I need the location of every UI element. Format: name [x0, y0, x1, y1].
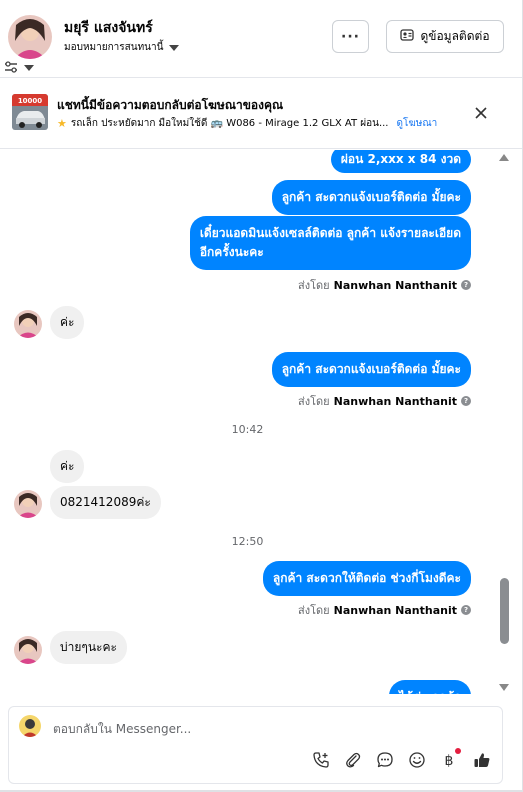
contact-avatar-small[interactable] — [14, 310, 42, 338]
emoji-icon[interactable] — [406, 749, 428, 771]
conversation-header: มยุรี แสงจันทร์ มอบหมายการสนทนานี้ ··· ด… — [0, 0, 523, 78]
ad-thumbnail[interactable]: 10000 — [12, 94, 48, 130]
message-composer: ฿ — [8, 706, 503, 784]
svg-text:฿: ฿ — [445, 753, 454, 769]
paperclip-icon[interactable] — [342, 749, 364, 771]
message-timestamp: 12:50 — [231, 535, 264, 548]
sent-by-label: ส่งโดย Nanwhan Nanthanit ? — [298, 392, 471, 410]
assign-conversation-dropdown[interactable]: มอบหมายการสนทนานี้ — [64, 40, 180, 55]
ad-description: รถเล็ก ประหยัดมาก มือใหม่ใช้ดี 🚌 W086 - … — [70, 118, 389, 129]
sliders-icon — [4, 58, 18, 77]
contact-avatar-small[interactable] — [14, 636, 42, 664]
message-timestamp: 10:42 — [231, 423, 264, 436]
close-icon[interactable] — [471, 103, 491, 123]
outgoing-message: ได้ค่ะ ลูกค้า — [389, 680, 471, 694]
sent-by-label: ส่งโดย Nanwhan Nanthanit ? — [298, 601, 471, 619]
agent-name: Nanwhan Nanthanit — [333, 394, 457, 408]
ad-banner-subtitle: ★ รถเล็ก ประหยัดมาก มือใหม่ใช้ดี 🚌 W086 … — [57, 116, 437, 131]
incoming-message: ค่ะ — [50, 450, 85, 483]
scrollbar-thumb[interactable] — [500, 578, 509, 644]
help-icon[interactable]: ? — [461, 396, 471, 406]
chevron-down-icon — [24, 64, 34, 71]
contact-avatar-small[interactable] — [14, 490, 42, 518]
sent-by-prefix: ส่งโดย — [298, 604, 330, 617]
sent-by-label: ส่งโดย Nanwhan Nanthanit ? — [298, 276, 471, 294]
star-icon: ★ — [57, 117, 67, 130]
view-ad-link[interactable]: ดูโฆษณา — [396, 116, 437, 131]
contact-info-label: ดูข้อมูลติดต่อ — [420, 29, 490, 43]
chevron-down-icon — [169, 44, 180, 51]
incoming-message: ค่ะ — [50, 306, 85, 339]
ad-thumb-price: 10000 — [18, 97, 42, 105]
contact-name: มยุรี แสงจันทร์ — [64, 20, 153, 36]
ad-banner-title: แชทนี้มีข้อความตอบกลับต่อโฆษณาของคุณ — [57, 98, 284, 112]
outgoing-message: เดี๋ยวแอดมินแจ้งเซลล์ติดต่อ ลูกค้า แจ้งร… — [189, 216, 471, 270]
call-add-icon[interactable] — [310, 749, 332, 771]
message-thread[interactable]: ผ่อน 2,xxx x 84 งวด ลูกค้า สะดวกแจ้งเบอร… — [0, 150, 495, 694]
scroll-down-arrow[interactable] — [499, 684, 509, 691]
reply-input[interactable] — [53, 719, 483, 739]
incoming-message: 0821412089ค่ะ — [50, 486, 161, 519]
incoming-message: บ่ายๆนะคะ — [50, 631, 127, 664]
scroll-up-arrow[interactable] — [499, 154, 509, 161]
agent-name: Nanwhan Nanthanit — [333, 603, 457, 617]
message-line: อีกครั้งนะคะ — [199, 245, 264, 259]
saved-replies-icon[interactable] — [374, 749, 396, 771]
contact-avatar[interactable] — [8, 15, 52, 59]
thumbs-up-icon[interactable] — [471, 749, 493, 771]
notification-dot — [455, 748, 461, 754]
agent-name: Nanwhan Nanthanit — [333, 278, 457, 292]
outgoing-message: ผ่อน 2,xxx x 84 งวด — [330, 150, 471, 173]
sent-by-prefix: ส่งโดย — [298, 279, 330, 292]
filter-dropdown[interactable] — [4, 58, 34, 77]
outgoing-message: ลูกค้า สะดวกให้ติดต่อ ช่วงกี่โมงดีคะ — [262, 561, 471, 596]
view-contact-info-button[interactable]: ดูข้อมูลติดต่อ — [386, 20, 504, 53]
contact-card-icon — [400, 29, 415, 44]
more-options-button[interactable]: ··· — [332, 20, 369, 53]
help-icon[interactable]: ? — [461, 280, 471, 290]
message-line: เดี๋ยวแอดมินแจ้งเซลล์ติดต่อ ลูกค้า แจ้งร… — [199, 226, 461, 240]
sent-by-prefix: ส่งโดย — [298, 395, 330, 408]
outgoing-message: ลูกค้า สะดวกแจ้งเบอร์ติดต่อ มั้ยคะ — [271, 180, 471, 215]
page-avatar — [19, 715, 41, 737]
help-icon[interactable]: ? — [461, 605, 471, 615]
outgoing-message: ลูกค้า สะดวกแจ้งเบอร์ติดต่อ มั้ยคะ — [271, 352, 471, 387]
assign-label: มอบหมายการสนทนานี้ — [64, 42, 164, 53]
ad-reply-banner: 10000 แชทนี้มีข้อความตอบกลับต่อโฆษณาของค… — [0, 79, 523, 149]
